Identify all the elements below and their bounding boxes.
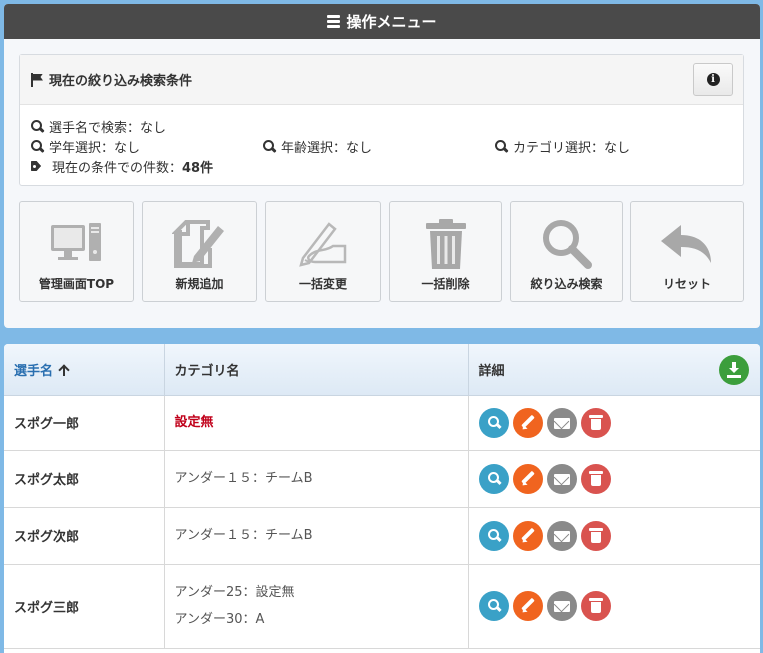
mail-button[interactable] [546, 591, 577, 621]
category-text: カテゴリ選択：なし [513, 141, 631, 156]
admin-top-button[interactable]: 管理画面TOP [19, 201, 134, 302]
table-row: スポグ三郎 アンダー25：設定無 アンダー30：A [4, 564, 761, 649]
edit-button[interactable] [512, 463, 543, 494]
bulk-delete-label: 一括削除 [421, 277, 470, 291]
category-name: アンダー30：A [174, 612, 265, 627]
column-header-name[interactable]: 選手名 [4, 344, 165, 396]
add-new-label: 新規追加 [175, 277, 224, 291]
filter-conditions-header: 現在の絞り込み検索条件 i [20, 55, 743, 105]
arrow-up-icon [59, 365, 69, 376]
filter-conditions-box: 現在の絞り込み検索条件 i 選手名で検索：なし 学年選択：なし 年齢選択：なし … [19, 54, 744, 186]
player-name: スポグ太郎 [4, 450, 165, 508]
operation-menu-title: 操作メニュー [346, 13, 437, 31]
filter-conditions-title: 現在の絞り込み検索条件 [49, 74, 193, 89]
view-detail-button[interactable] [478, 463, 509, 494]
mail-button[interactable] [546, 520, 577, 551]
table-row: スポグ太郎 アンダー１５：チームB [4, 450, 761, 508]
search-icon [263, 140, 276, 153]
player-table: 選手名 カテゴリ名 詳細 スポグ一郎 設定無 スポグ太郎 アンダー１５：チームB スポグ… [4, 344, 760, 649]
info-button[interactable]: i [693, 63, 733, 96]
reset-label: リセット [662, 277, 711, 291]
detail-cell [468, 507, 761, 565]
category-name: アンダー25：設定無 [174, 585, 295, 600]
name-search-condition: 選手名で検索：なし [31, 117, 166, 136]
result-count: 現在の条件での件数： 48件 [31, 157, 213, 176]
detail-cell [468, 564, 761, 649]
row-actions [478, 407, 761, 438]
detail-header-label: 詳細 [478, 363, 505, 379]
delete-button[interactable] [580, 463, 611, 494]
bulk-delete-button[interactable]: 一括削除 [389, 201, 502, 302]
filter-search-label: 絞り込み検索 [530, 277, 603, 291]
add-new-button[interactable]: 新規追加 [142, 201, 257, 302]
edit-button[interactable] [512, 407, 543, 438]
download-icon[interactable] [719, 355, 749, 385]
row-actions [478, 591, 761, 621]
category-condition: カテゴリ選択：なし [495, 137, 630, 156]
search-icon [31, 120, 44, 133]
edit-note-icon [170, 216, 230, 272]
pen-hand-icon [293, 216, 353, 272]
flag-icon [30, 72, 44, 87]
category-cell: アンダー１５：チームB [164, 507, 469, 565]
reply-icon [657, 216, 717, 272]
category-name: 設定無 [174, 415, 214, 430]
delete-button[interactable] [580, 407, 611, 438]
bulk-change-label: 一括変更 [298, 277, 347, 291]
player-name: スポグ一郎 [4, 395, 165, 451]
operation-menu-panel: 操作メニュー 現在の絞り込み検索条件 i 選手名で検索：なし 学年選択：なし 年… [4, 4, 760, 328]
player-name: スポグ次郎 [4, 507, 165, 565]
age-text: 年齢選択：なし [281, 141, 373, 156]
column-header-category: カテゴリ名 [164, 344, 469, 396]
detail-cell [468, 450, 761, 508]
mail-button[interactable] [546, 407, 577, 438]
mail-button[interactable] [546, 463, 577, 494]
bulk-change-button[interactable]: 一括変更 [265, 201, 381, 302]
table-row: スポグ一郎 設定無 [4, 395, 761, 451]
trash-icon [416, 216, 476, 272]
operation-menu-header: 操作メニュー [4, 4, 760, 39]
computer-icon [47, 216, 107, 272]
edit-button[interactable] [512, 520, 543, 551]
delete-button[interactable] [580, 520, 611, 551]
table-header-row: 選手名 カテゴリ名 詳細 [4, 344, 760, 396]
info-icon: i [706, 73, 720, 86]
tags-icon [31, 160, 47, 173]
result-count-label: 現在の条件での件数： [52, 161, 183, 176]
player-table-container: 選手名 カテゴリ名 詳細 スポグ一郎 設定無 スポグ太郎 アンダー１５：チームB スポグ… [4, 344, 760, 653]
row-actions [478, 520, 761, 551]
reset-button[interactable]: リセット [630, 201, 744, 302]
category-name: アンダー１５：チームB [174, 471, 313, 486]
search-icon [495, 140, 508, 153]
row-actions [478, 463, 761, 494]
view-detail-button[interactable] [478, 407, 509, 438]
view-detail-button[interactable] [478, 591, 509, 621]
table-row: スポグ次郎 アンダー１５：チームB [4, 507, 761, 565]
category-cell: アンダー１５：チームB [164, 450, 469, 508]
edit-button[interactable] [512, 591, 543, 621]
filter-conditions-body: 選手名で検索：なし 学年選択：なし 年齢選択：なし カテゴリ選択：なし 現在の条… [20, 105, 743, 185]
age-condition: 年齢選択：なし [263, 137, 372, 156]
category-name: アンダー１５：チームB [174, 528, 313, 543]
search-icon [31, 140, 44, 153]
category-cell: アンダー25：設定無 アンダー30：A [164, 564, 469, 649]
name-search-text: 選手名で検索：なし [49, 121, 167, 136]
result-count-value: 48件 [182, 161, 214, 176]
detail-cell [468, 395, 761, 451]
player-name: スポグ三郎 [4, 564, 165, 649]
grade-condition: 学年選択：なし [31, 137, 140, 156]
sort-name-link[interactable]: 選手名 [14, 364, 53, 379]
grade-text: 学年選択：なし [49, 141, 141, 156]
admin-top-label: 管理画面TOP [38, 277, 115, 291]
search-icon [537, 216, 597, 272]
category-cell: 設定無 [164, 395, 469, 451]
column-header-detail: 詳細 [468, 344, 760, 396]
view-detail-button[interactable] [478, 520, 509, 551]
action-tiles: 管理画面TOP 新規追加 一括変更 一括削除 絞り込み検索 リセット [19, 201, 744, 302]
delete-button[interactable] [580, 591, 611, 621]
filter-search-button[interactable]: 絞り込み検索 [510, 201, 623, 302]
menu-icon [327, 13, 341, 31]
